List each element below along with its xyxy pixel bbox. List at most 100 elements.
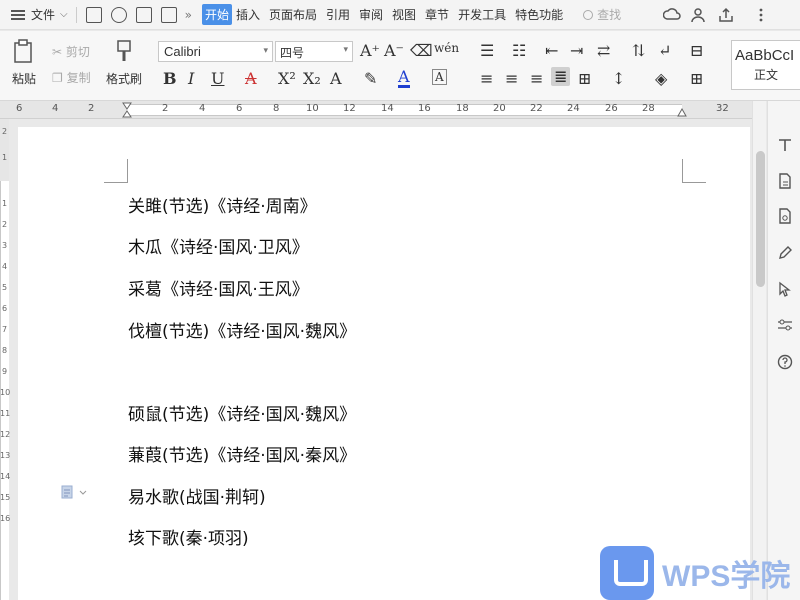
scrollbar-thumb[interactable] xyxy=(756,151,765,287)
align-left-icon[interactable]: ≡ xyxy=(480,69,493,88)
print-preview-icon[interactable] xyxy=(160,6,177,23)
subscript-icon[interactable]: X₂ xyxy=(303,69,321,88)
more-options-icon[interactable] xyxy=(752,6,770,24)
ruler-active-area xyxy=(127,104,682,116)
sort-icon[interactable]: ⇅ xyxy=(632,41,645,60)
highlight-icon[interactable]: ✎ xyxy=(364,69,377,88)
italic-icon[interactable]: I xyxy=(188,69,194,88)
paste-label: 粘贴 xyxy=(11,72,36,86)
share-user-icon[interactable] xyxy=(690,6,708,24)
ruler-number: 28 xyxy=(642,103,655,114)
chevron-down-icon[interactable]: ⌵ xyxy=(60,9,68,20)
font-size-value: 四号 xyxy=(280,46,305,60)
font-size-select[interactable]: 四号 ▾ xyxy=(275,41,353,62)
ruler-number: 10 xyxy=(0,388,11,397)
char-border-icon[interactable]: A xyxy=(432,69,447,85)
cursor-icon[interactable] xyxy=(777,281,793,297)
text-direction-icon[interactable]: ⇄ xyxy=(597,41,610,60)
copy-button[interactable]: ❐ 复制 xyxy=(52,69,91,86)
shrink-font-icon[interactable]: A⁻ xyxy=(384,41,404,60)
wps-watermark: WPS学院 xyxy=(600,546,790,600)
document-line[interactable]: 硕鼠(节选)《诗经·国风·魏风》 xyxy=(128,400,356,425)
align-center-icon[interactable]: ≡ xyxy=(505,69,518,88)
cut-label: 剪切 xyxy=(65,45,90,59)
document-settings-icon[interactable] xyxy=(777,208,793,224)
text-style-icon[interactable] xyxy=(777,137,793,153)
document-line[interactable]: 木瓜《诗经·国风·卫风》 xyxy=(128,233,309,258)
distributed-icon[interactable]: ⊟ xyxy=(690,41,703,60)
numbered-list-icon[interactable]: ☷ xyxy=(512,41,526,60)
more-icon[interactable]: » xyxy=(185,8,192,22)
horizontal-ruler[interactable]: 6 4 2 2 4 6 8 10 12 14 16 18 20 22 24 26… xyxy=(0,101,752,119)
print-icon[interactable] xyxy=(135,6,152,23)
vertical-ruler[interactable]: 2 1 1 2 3 4 5 6 7 8 9 10 11 12 13 14 15 … xyxy=(0,119,11,600)
line-spacing-icon[interactable]: ↕ xyxy=(612,69,625,88)
tab-features[interactable]: 特色功能 xyxy=(513,4,565,25)
file-menu[interactable]: 文件 xyxy=(31,6,55,23)
text-effect-icon[interactable]: A xyxy=(330,69,342,88)
margin-corner-top-left xyxy=(104,159,128,183)
ruler-number: 24 xyxy=(567,103,580,114)
undo-icon[interactable] xyxy=(110,6,127,23)
help-icon[interactable] xyxy=(777,354,793,370)
document-line[interactable]: 采葛《诗经·国风·王风》 xyxy=(128,275,309,300)
vertical-scrollbar[interactable] xyxy=(752,101,766,600)
underline-icon[interactable]: U xyxy=(211,69,224,88)
format-painter-button[interactable]: 格式刷 xyxy=(104,39,144,87)
show-marks-icon[interactable]: ↵ xyxy=(658,41,671,60)
align-right-icon[interactable]: ≡ xyxy=(530,69,543,88)
borders-icon[interactable]: ⊞ xyxy=(690,69,703,88)
increase-indent-icon[interactable]: ⇥ xyxy=(570,41,583,60)
search-box[interactable]: 查找 xyxy=(583,6,621,23)
right-indent-marker-icon[interactable] xyxy=(677,108,687,118)
style-sample: AaBbCcI xyxy=(735,47,795,64)
tab-chapter[interactable]: 章节 xyxy=(423,4,451,25)
justify-icon[interactable]: ≣ xyxy=(551,67,571,86)
document-line[interactable]: 关雎(节选)《诗经·周南》 xyxy=(128,192,317,217)
document-line[interactable]: 易水歌(战国·荆轲) xyxy=(128,483,266,508)
ruler-number: 14 xyxy=(0,472,11,481)
document-icon[interactable] xyxy=(777,173,793,189)
font-name-select[interactable]: Calibri ▾ xyxy=(158,41,273,62)
superscript-icon[interactable]: X² xyxy=(278,69,296,88)
paste-button[interactable]: 粘贴 xyxy=(6,39,42,87)
document-line[interactable]: 垓下歌(秦·项羽) xyxy=(128,524,249,549)
format-painter-label: 格式刷 xyxy=(105,72,142,86)
document-line[interactable]: 蒹葭(节选)《诗经·国风·秦风》 xyxy=(128,441,356,466)
tab-insert[interactable]: 插入 xyxy=(234,4,262,25)
export-icon[interactable] xyxy=(717,6,735,24)
cloud-sync-icon[interactable] xyxy=(663,6,681,24)
cut-button[interactable]: ✂ 剪切 xyxy=(52,43,90,60)
tab-references[interactable]: 引用 xyxy=(324,4,352,25)
strikethrough-icon[interactable]: A xyxy=(245,69,257,88)
tab-page-layout[interactable]: 页面布局 xyxy=(267,4,319,25)
document-line[interactable]: 伐檀(节选)《诗经·国风·魏风》 xyxy=(128,317,356,342)
tab-developer[interactable]: 开发工具 xyxy=(456,4,508,25)
shading-icon[interactable]: ◈ xyxy=(655,69,667,88)
menu-icon[interactable] xyxy=(11,9,25,20)
pen-icon[interactable] xyxy=(777,245,793,261)
ruler-number: 18 xyxy=(456,103,469,114)
document-page[interactable]: 关雎(节选)《诗经·周南》 木瓜《诗经·国风·卫风》 采葛《诗经·国风·王风》 … xyxy=(18,127,750,600)
sliders-icon[interactable] xyxy=(777,317,793,333)
clipboard-icon xyxy=(14,39,32,63)
tab-home[interactable]: 开始 xyxy=(201,4,232,25)
ruler-number: 2 xyxy=(88,103,95,114)
tab-view[interactable]: 视图 xyxy=(390,4,418,25)
grow-font-icon[interactable]: A⁺ xyxy=(360,41,380,60)
font-color-icon[interactable]: A xyxy=(398,69,410,88)
phonetic-icon[interactable]: wén xyxy=(434,41,459,55)
indent-marker-icon[interactable] xyxy=(122,102,132,118)
tab-review[interactable]: 审阅 xyxy=(357,4,385,25)
decrease-indent-icon[interactable]: ⇤ xyxy=(545,41,558,60)
ruler-number: 3 xyxy=(1,241,8,250)
bullet-list-icon[interactable]: ☰ xyxy=(480,41,494,60)
bold-icon[interactable]: B xyxy=(163,69,177,88)
distribute-icon[interactable]: ⊞ xyxy=(578,69,591,88)
clear-format-icon[interactable]: ⌫ xyxy=(410,41,433,60)
save-icon[interactable] xyxy=(85,6,102,23)
paragraph-handle-icon[interactable] xyxy=(61,485,89,499)
ruler-number: 12 xyxy=(343,103,356,114)
ruler-number: 14 xyxy=(381,103,394,114)
style-normal[interactable]: AaBbCcI 正文 xyxy=(731,40,800,90)
